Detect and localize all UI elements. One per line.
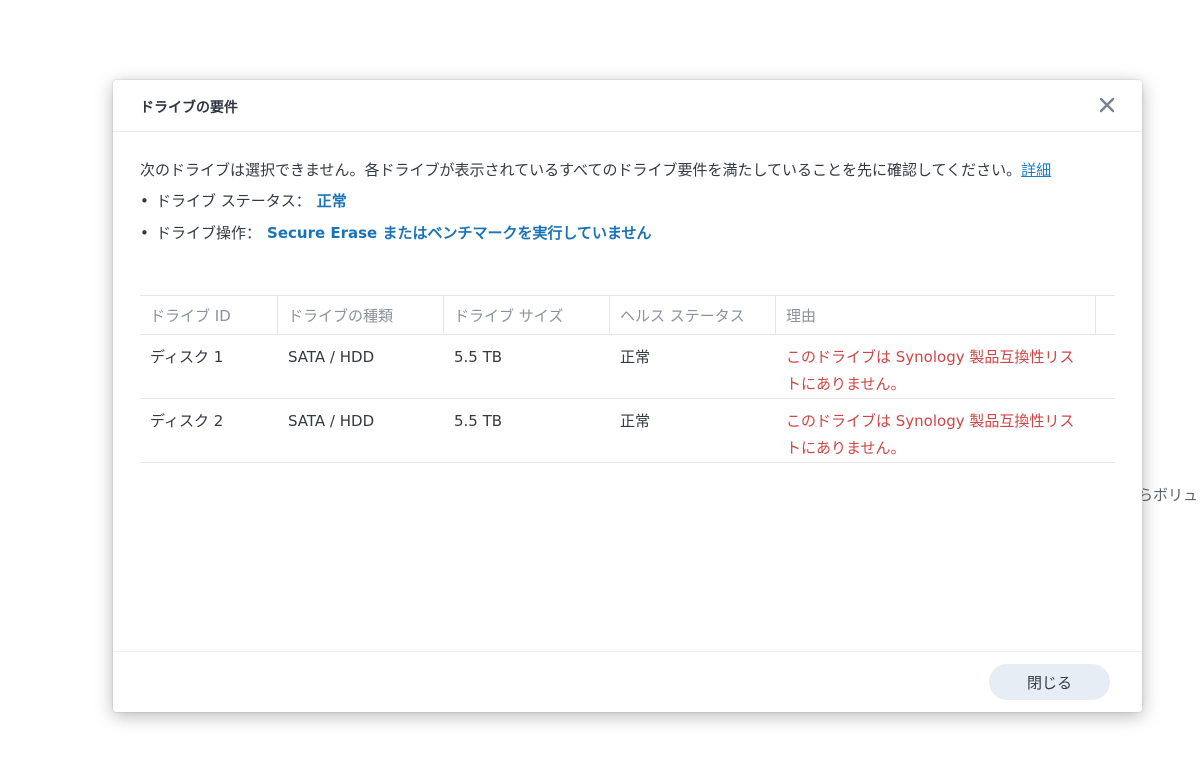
drive-table: ドライブ ID ドライブの種類 ドライブ サイズ ヘルス ステータス 理由 ディ…: [140, 295, 1115, 463]
dialog-body: 次のドライブは選択できません。各ドライブが表示されているすべてのドライブ要件を満…: [140, 158, 1115, 255]
requirement-value: 正常: [316, 192, 347, 210]
dialog-title: ドライブの要件: [140, 100, 238, 116]
cell-drive-id: ディスク 1: [150, 348, 224, 366]
cell-drive-size: 5.5 TB: [454, 412, 503, 430]
requirement-drive-operation: • ドライブ操作： Secure Erase またはベンチマークを実行していません: [140, 223, 1115, 243]
table-row[interactable]: ディスク 1 SATA / HDD 5.5 TB 正常 このドライブは Syno…: [140, 335, 1115, 399]
dialog-header: ドライブの要件: [113, 80, 1142, 132]
cell-drive-type: SATA / HDD: [288, 412, 375, 430]
cell-reason: このドライブは Synology 製品互換性リストにありません。: [786, 412, 1075, 457]
requirement-label: ドライブ ステータス：: [156, 192, 311, 210]
column-header-drive-type[interactable]: ドライブの種類: [278, 296, 444, 334]
cell-drive-id: ディスク 2: [150, 412, 224, 430]
cell-reason: このドライブは Synology 製品互換性リストにありません。: [786, 348, 1075, 393]
intro-text: 次のドライブは選択できません。各ドライブが表示されているすべてのドライブ要件を満…: [140, 161, 1022, 179]
cell-health-status: 正常: [620, 412, 651, 430]
bullet-icon: •: [140, 224, 149, 242]
requirements-list: • ドライブ ステータス： 正常 • ドライブ操作： Secure Erase またはベ…: [140, 191, 1115, 243]
requirement-drive-status: • ドライブ ステータス： 正常: [140, 191, 1115, 211]
bullet-icon: •: [140, 192, 149, 210]
dialog-footer: 閉じる: [113, 651, 1142, 713]
table-header: ドライブ ID ドライブの種類 ドライブ サイズ ヘルス ステータス 理由: [140, 296, 1115, 335]
column-header-drive-id[interactable]: ドライブ ID: [140, 296, 278, 334]
cell-health-status: 正常: [620, 348, 651, 366]
table-row[interactable]: ディスク 2 SATA / HDD 5.5 TB 正常 このドライブは Syno…: [140, 399, 1115, 463]
details-link[interactable]: 詳細: [1021, 161, 1051, 179]
intro-paragraph: 次のドライブは選択できません。各ドライブが表示されているすべてのドライブ要件を満…: [140, 158, 1115, 183]
column-header-reason[interactable]: 理由: [776, 296, 1096, 334]
requirement-label: ドライブ操作：: [156, 224, 262, 242]
cell-drive-size: 5.5 TB: [454, 348, 503, 366]
requirement-value: Secure Erase またはベンチマークを実行していません: [267, 224, 652, 242]
column-header-spacer: [1096, 296, 1115, 334]
column-header-health-status[interactable]: ヘルス ステータス: [610, 296, 776, 334]
background-partial-text: らボリュ: [1138, 486, 1199, 504]
close-button[interactable]: 閉じる: [989, 664, 1110, 700]
column-header-drive-size[interactable]: ドライブ サイズ: [444, 296, 610, 334]
close-icon[interactable]: [1096, 94, 1118, 116]
cell-drive-type: SATA / HDD: [288, 348, 375, 366]
